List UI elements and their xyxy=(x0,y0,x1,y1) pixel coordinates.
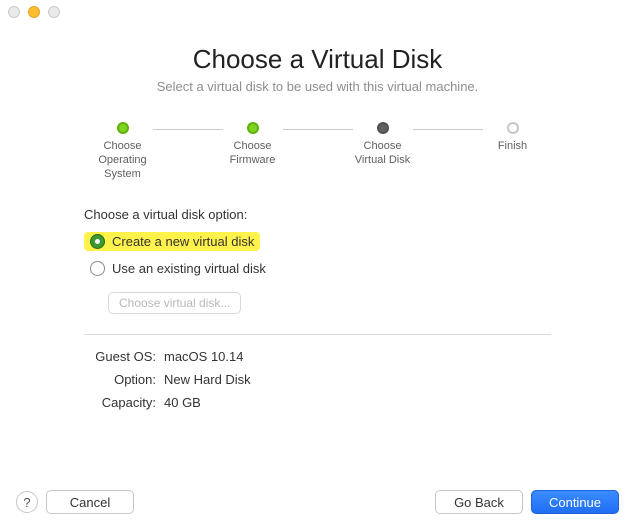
radio-label: Use an existing virtual disk xyxy=(112,261,266,276)
step-dot-icon xyxy=(377,122,389,134)
go-back-button[interactable]: Go Back xyxy=(435,490,523,514)
help-icon: ? xyxy=(23,495,30,510)
page-subtitle: Select a virtual disk to be used with th… xyxy=(0,79,635,94)
summary-key: Guest OS: xyxy=(84,349,156,364)
cancel-button[interactable]: Cancel xyxy=(46,490,134,514)
step-label: Choose Firmware xyxy=(230,140,276,168)
summary-row-guest-os: Guest OS: macOS 10.14 xyxy=(84,349,635,364)
close-icon[interactable] xyxy=(8,6,20,18)
summary-key: Option: xyxy=(84,372,156,387)
step-connector xyxy=(413,129,483,130)
step-dot-icon xyxy=(507,122,519,134)
step-connector xyxy=(153,129,223,130)
step-connector xyxy=(283,129,353,130)
summary-key: Capacity: xyxy=(84,395,156,410)
summary-val: macOS 10.14 xyxy=(164,349,244,364)
radio-icon xyxy=(90,261,105,276)
radio-create-new-disk[interactable]: Create a new virtual disk xyxy=(84,232,260,251)
minimize-icon[interactable] xyxy=(28,6,40,18)
summary-row-capacity: Capacity: 40 GB xyxy=(84,395,635,410)
continue-button[interactable]: Continue xyxy=(531,490,619,514)
window-titlebar xyxy=(0,0,635,24)
step-finish: Finish xyxy=(483,122,543,154)
choose-virtual-disk-button: Choose virtual disk... xyxy=(108,292,241,314)
zoom-icon[interactable] xyxy=(48,6,60,18)
radio-label: Create a new virtual disk xyxy=(112,234,254,249)
step-label: Choose Operating System xyxy=(98,140,146,181)
divider xyxy=(84,334,551,335)
step-choose-firmware: Choose Firmware xyxy=(223,122,283,168)
page-title: Choose a Virtual Disk xyxy=(0,44,635,75)
summary: Guest OS: macOS 10.14 Option: New Hard D… xyxy=(84,349,635,410)
stepper: Choose Operating System Choose Firmware … xyxy=(93,122,543,181)
radio-icon xyxy=(90,234,105,249)
step-choose-virtual-disk: Choose Virtual Disk xyxy=(353,122,413,168)
step-dot-icon xyxy=(117,122,129,134)
bottom-bar: ? Cancel Go Back Continue xyxy=(0,490,635,514)
summary-row-option: Option: New Hard Disk xyxy=(84,372,635,387)
help-button[interactable]: ? xyxy=(16,491,38,513)
summary-val: 40 GB xyxy=(164,395,201,410)
step-label: Finish xyxy=(498,140,527,154)
summary-val: New Hard Disk xyxy=(164,372,251,387)
option-prompt: Choose a virtual disk option: xyxy=(84,207,635,222)
step-choose-os: Choose Operating System xyxy=(93,122,153,181)
step-label: Choose Virtual Disk xyxy=(355,140,410,168)
radio-use-existing-disk[interactable]: Use an existing virtual disk xyxy=(84,259,272,278)
step-dot-icon xyxy=(247,122,259,134)
